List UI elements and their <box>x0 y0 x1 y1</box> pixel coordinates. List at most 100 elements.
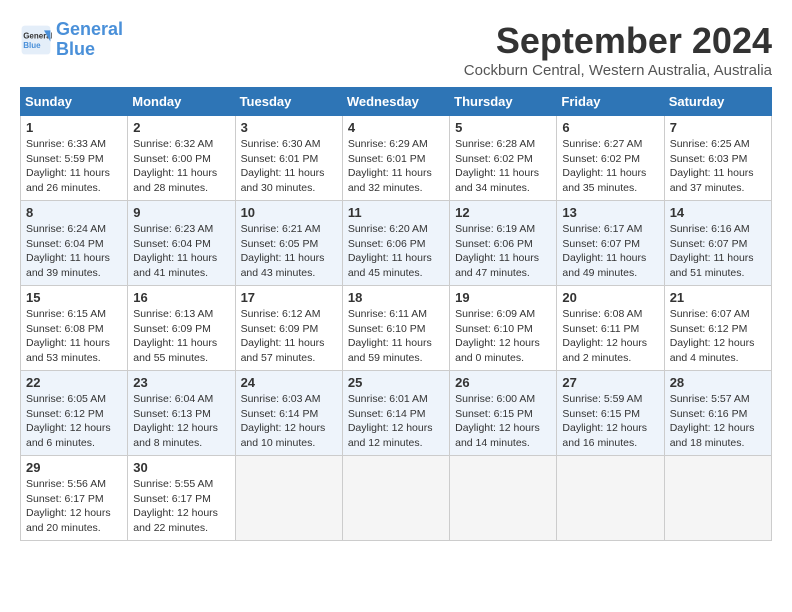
calendar-cell: 7 Sunrise: 6:25 AM Sunset: 6:03 PM Dayli… <box>664 116 771 201</box>
day-number: 29 <box>26 460 122 475</box>
calendar-cell <box>235 456 342 541</box>
day-number: 3 <box>241 120 337 135</box>
day-info: Sunrise: 6:11 AM Sunset: 6:10 PM Dayligh… <box>348 307 444 366</box>
title-section: September 2024 Cockburn Central, Western… <box>464 20 772 79</box>
calendar-row-3: 15 Sunrise: 6:15 AM Sunset: 6:08 PM Dayl… <box>21 286 772 371</box>
day-info: Sunrise: 6:08 AM Sunset: 6:11 PM Dayligh… <box>562 307 658 366</box>
calendar-cell: 11 Sunrise: 6:20 AM Sunset: 6:06 PM Dayl… <box>342 201 449 286</box>
calendar-cell: 12 Sunrise: 6:19 AM Sunset: 6:06 PM Dayl… <box>450 201 557 286</box>
calendar-cell: 6 Sunrise: 6:27 AM Sunset: 6:02 PM Dayli… <box>557 116 664 201</box>
calendar-cell: 26 Sunrise: 6:00 AM Sunset: 6:15 PM Dayl… <box>450 371 557 456</box>
calendar-cell: 4 Sunrise: 6:29 AM Sunset: 6:01 PM Dayli… <box>342 116 449 201</box>
calendar-cell: 23 Sunrise: 6:04 AM Sunset: 6:13 PM Dayl… <box>128 371 235 456</box>
logo-icon: General Blue <box>20 24 52 56</box>
calendar-cell: 29 Sunrise: 5:56 AM Sunset: 6:17 PM Dayl… <box>21 456 128 541</box>
calendar-cell: 20 Sunrise: 6:08 AM Sunset: 6:11 PM Dayl… <box>557 286 664 371</box>
day-info: Sunrise: 6:19 AM Sunset: 6:06 PM Dayligh… <box>455 222 551 281</box>
calendar-cell: 1 Sunrise: 6:33 AM Sunset: 5:59 PM Dayli… <box>21 116 128 201</box>
calendar-cell: 18 Sunrise: 6:11 AM Sunset: 6:10 PM Dayl… <box>342 286 449 371</box>
calendar-row-4: 22 Sunrise: 6:05 AM Sunset: 6:12 PM Dayl… <box>21 371 772 456</box>
calendar-cell: 27 Sunrise: 5:59 AM Sunset: 6:15 PM Dayl… <box>557 371 664 456</box>
calendar-cell: 19 Sunrise: 6:09 AM Sunset: 6:10 PM Dayl… <box>450 286 557 371</box>
calendar-cell: 17 Sunrise: 6:12 AM Sunset: 6:09 PM Dayl… <box>235 286 342 371</box>
logo: General Blue GeneralBlue <box>20 20 123 60</box>
calendar-cell <box>557 456 664 541</box>
day-number: 21 <box>670 290 766 305</box>
day-number: 23 <box>133 375 229 390</box>
day-number: 16 <box>133 290 229 305</box>
calendar-cell <box>664 456 771 541</box>
day-number: 10 <box>241 205 337 220</box>
calendar-cell: 24 Sunrise: 6:03 AM Sunset: 6:14 PM Dayl… <box>235 371 342 456</box>
svg-text:Blue: Blue <box>23 41 41 50</box>
day-number: 14 <box>670 205 766 220</box>
weekday-header-friday: Friday <box>557 88 664 116</box>
day-info: Sunrise: 5:59 AM Sunset: 6:15 PM Dayligh… <box>562 392 658 451</box>
day-number: 20 <box>562 290 658 305</box>
day-info: Sunrise: 6:03 AM Sunset: 6:14 PM Dayligh… <box>241 392 337 451</box>
day-info: Sunrise: 6:09 AM Sunset: 6:10 PM Dayligh… <box>455 307 551 366</box>
day-number: 2 <box>133 120 229 135</box>
day-number: 26 <box>455 375 551 390</box>
day-info: Sunrise: 6:04 AM Sunset: 6:13 PM Dayligh… <box>133 392 229 451</box>
day-number: 19 <box>455 290 551 305</box>
calendar-row-1: 1 Sunrise: 6:33 AM Sunset: 5:59 PM Dayli… <box>21 116 772 201</box>
calendar-cell <box>342 456 449 541</box>
weekday-header-monday: Monday <box>128 88 235 116</box>
calendar-cell: 28 Sunrise: 5:57 AM Sunset: 6:16 PM Dayl… <box>664 371 771 456</box>
day-number: 18 <box>348 290 444 305</box>
day-number: 27 <box>562 375 658 390</box>
day-number: 1 <box>26 120 122 135</box>
day-number: 9 <box>133 205 229 220</box>
day-info: Sunrise: 6:21 AM Sunset: 6:05 PM Dayligh… <box>241 222 337 281</box>
calendar-cell: 22 Sunrise: 6:05 AM Sunset: 6:12 PM Dayl… <box>21 371 128 456</box>
weekday-header-wednesday: Wednesday <box>342 88 449 116</box>
day-info: Sunrise: 6:33 AM Sunset: 5:59 PM Dayligh… <box>26 137 122 196</box>
day-info: Sunrise: 6:00 AM Sunset: 6:15 PM Dayligh… <box>455 392 551 451</box>
calendar-cell: 13 Sunrise: 6:17 AM Sunset: 6:07 PM Dayl… <box>557 201 664 286</box>
day-info: Sunrise: 6:29 AM Sunset: 6:01 PM Dayligh… <box>348 137 444 196</box>
day-number: 11 <box>348 205 444 220</box>
day-info: Sunrise: 6:16 AM Sunset: 6:07 PM Dayligh… <box>670 222 766 281</box>
weekday-header-tuesday: Tuesday <box>235 88 342 116</box>
day-number: 13 <box>562 205 658 220</box>
day-info: Sunrise: 5:56 AM Sunset: 6:17 PM Dayligh… <box>26 477 122 536</box>
calendar-cell <box>450 456 557 541</box>
day-number: 17 <box>241 290 337 305</box>
weekday-header-saturday: Saturday <box>664 88 771 116</box>
day-info: Sunrise: 6:17 AM Sunset: 6:07 PM Dayligh… <box>562 222 658 281</box>
day-info: Sunrise: 6:12 AM Sunset: 6:09 PM Dayligh… <box>241 307 337 366</box>
day-info: Sunrise: 6:13 AM Sunset: 6:09 PM Dayligh… <box>133 307 229 366</box>
calendar-cell: 21 Sunrise: 6:07 AM Sunset: 6:12 PM Dayl… <box>664 286 771 371</box>
day-number: 24 <box>241 375 337 390</box>
calendar: SundayMondayTuesdayWednesdayThursdayFrid… <box>20 87 772 541</box>
day-info: Sunrise: 6:23 AM Sunset: 6:04 PM Dayligh… <box>133 222 229 281</box>
weekday-header-thursday: Thursday <box>450 88 557 116</box>
day-number: 15 <box>26 290 122 305</box>
day-number: 30 <box>133 460 229 475</box>
day-number: 4 <box>348 120 444 135</box>
day-info: Sunrise: 5:57 AM Sunset: 6:16 PM Dayligh… <box>670 392 766 451</box>
calendar-cell: 10 Sunrise: 6:21 AM Sunset: 6:05 PM Dayl… <box>235 201 342 286</box>
day-number: 7 <box>670 120 766 135</box>
day-info: Sunrise: 6:32 AM Sunset: 6:00 PM Dayligh… <box>133 137 229 196</box>
day-number: 5 <box>455 120 551 135</box>
calendar-cell: 2 Sunrise: 6:32 AM Sunset: 6:00 PM Dayli… <box>128 116 235 201</box>
month-year: September 2024 <box>464 20 772 62</box>
calendar-cell: 16 Sunrise: 6:13 AM Sunset: 6:09 PM Dayl… <box>128 286 235 371</box>
day-number: 22 <box>26 375 122 390</box>
weekday-header-row: SundayMondayTuesdayWednesdayThursdayFrid… <box>21 88 772 116</box>
day-info: Sunrise: 6:28 AM Sunset: 6:02 PM Dayligh… <box>455 137 551 196</box>
calendar-cell: 5 Sunrise: 6:28 AM Sunset: 6:02 PM Dayli… <box>450 116 557 201</box>
day-info: Sunrise: 6:30 AM Sunset: 6:01 PM Dayligh… <box>241 137 337 196</box>
day-info: Sunrise: 6:24 AM Sunset: 6:04 PM Dayligh… <box>26 222 122 281</box>
day-info: Sunrise: 5:55 AM Sunset: 6:17 PM Dayligh… <box>133 477 229 536</box>
day-number: 28 <box>670 375 766 390</box>
day-info: Sunrise: 6:07 AM Sunset: 6:12 PM Dayligh… <box>670 307 766 366</box>
day-number: 12 <box>455 205 551 220</box>
calendar-cell: 30 Sunrise: 5:55 AM Sunset: 6:17 PM Dayl… <box>128 456 235 541</box>
calendar-cell: 15 Sunrise: 6:15 AM Sunset: 6:08 PM Dayl… <box>21 286 128 371</box>
calendar-cell: 9 Sunrise: 6:23 AM Sunset: 6:04 PM Dayli… <box>128 201 235 286</box>
day-info: Sunrise: 6:15 AM Sunset: 6:08 PM Dayligh… <box>26 307 122 366</box>
calendar-row-2: 8 Sunrise: 6:24 AM Sunset: 6:04 PM Dayli… <box>21 201 772 286</box>
